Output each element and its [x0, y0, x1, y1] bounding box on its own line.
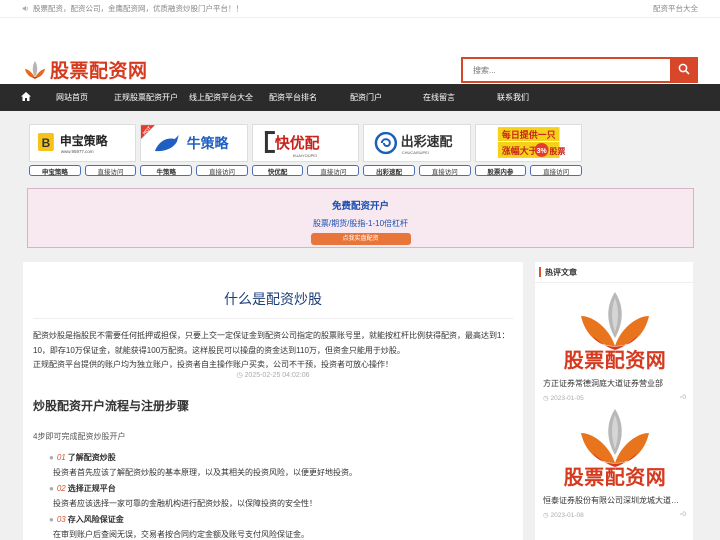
svg-text:www.95977.com: www.95977.com: [61, 149, 94, 154]
ad-name[interactable]: 出彩速配: [363, 165, 415, 176]
promo-title[interactable]: 免费配资开户: [28, 198, 693, 212]
ad-card: 每日提供一只 涨幅大于 3% 股票 股票内参 直接访问: [473, 124, 584, 182]
ad-banner[interactable]: 每日提供一只 涨幅大于 3% 股票: [474, 124, 582, 162]
thumbnail-text: 股票配资网: [563, 348, 667, 372]
ad-card: HOT 牛策略 牛策略 直接访问: [138, 124, 249, 182]
ad-logo-text: 快优配: [275, 134, 320, 152]
step-heading: ● 01 了解配资炒股: [49, 452, 116, 462]
ad-card: 快优配 KUAIYOUPEI 快优配 直接访问: [250, 124, 361, 182]
ad-banner[interactable]: HOT 牛策略: [140, 124, 248, 162]
ad-visit-button[interactable]: 直接访问: [196, 165, 248, 176]
step-heading: ● 02 选择正规平台: [49, 483, 116, 493]
ad-name[interactable]: 股票内参: [474, 165, 527, 176]
platform-list-link[interactable]: 配资平台大全: [653, 3, 698, 14]
ad-logo-text: 牛策略: [187, 135, 230, 152]
ad-logo-text: 出彩速配: [401, 134, 453, 150]
step-description: 投资者首先应该了解配资炒股的基本原理，以及其相关的投资风险，以便更好地投资。: [53, 468, 357, 477]
ad-visit-button[interactable]: 直接访问: [418, 165, 471, 176]
promo-button[interactable]: 点我实盘配资: [310, 233, 411, 245]
article-paragraph: 配资炒股是指股民不需要任何抵押或担保，只要上交一定保证金到配资公司指定的股票账号…: [33, 331, 510, 355]
home-icon: [21, 92, 31, 103]
sidebar-heading: 热评文章: [535, 262, 693, 283]
nav-item-contact[interactable]: 联系我们: [497, 92, 529, 103]
hot-article[interactable]: 股票配资网 恒泰证券股份有限公司深圳龙城大道证券营业部 ◷ 2023-01-08…: [535, 402, 693, 519]
nav-item-open-account[interactable]: 正规股票配资开户: [114, 92, 178, 103]
nav-item-portal[interactable]: 配资门户: [350, 92, 382, 103]
main-article: 什么是配资炒股 配资炒股是指股民不需要任何抵押或担保，只要上交一定保证金到配资公…: [23, 262, 523, 540]
bullet-icon: ●: [49, 483, 54, 493]
svg-text:3%: 3%: [536, 148, 546, 155]
bullet-icon: ●: [49, 452, 54, 462]
step-list: ● 01 了解配资炒股 投资者首先应该了解配资炒股的基本原理，以及其相关的投资风险，…: [49, 450, 523, 540]
ad-name[interactable]: 牛策略: [140, 165, 193, 176]
top-bar: 股票配资，配资公司，金鹰配资网，优质融资炒股门户平台！！ 配资平台大全: [0, 0, 720, 18]
nav-item-home[interactable]: 网站首页: [56, 92, 88, 103]
article-date: 2025-02-25 04:02:06: [244, 371, 310, 379]
article-thumbnail[interactable]: 股票配资网: [543, 290, 687, 375]
svg-text:KUAIYOUPEI: KUAIYOUPEI: [293, 153, 317, 158]
ad-visit-button[interactable]: 直接访问: [530, 165, 582, 176]
hot-article-meta: ◷ 2023-01-08 ▫0: [543, 511, 686, 519]
svg-text:涨幅大于: 涨幅大于: [501, 145, 537, 157]
main-nav: 网站首页 正规股票配资开户 线上配资平台大全 配资平台排名 配资门户 在线留言 …: [0, 84, 720, 111]
nav-home-icon-link[interactable]: [17, 84, 35, 111]
notice-text: 股票配资，配资公司，金鹰配资网，优质融资炒股门户平台！！: [33, 4, 243, 13]
nav-item-ranking[interactable]: 配资平台排名: [269, 92, 317, 103]
ad-banner[interactable]: 快优配 KUAIYOUPEI: [251, 124, 360, 162]
article-body: 配资炒股是指股民不需要任何抵押或担保，只要上交一定保证金到配资公司指定的股票账号…: [23, 319, 523, 373]
logo-text: 股票配资网: [50, 60, 148, 82]
clock-icon: ◷: [236, 371, 243, 379]
hot-article-meta: ◷ 2023-01-05 ▫0: [543, 394, 686, 402]
hot-article[interactable]: 股票配资网 方正证券常德洞庭大道证券营业部 ◷ 2023-01-05 ▫0: [535, 283, 693, 402]
thumbnail-text: 股票配资网: [563, 465, 667, 489]
ad-card: B 申宝策略 www.95977.com 申宝策略 直接访问: [27, 124, 138, 182]
heading-accent: [539, 267, 541, 277]
search-icon: [678, 63, 690, 78]
ad-logo-text: 申宝策略: [60, 134, 109, 148]
nav-item-platforms[interactable]: 线上配资平台大全: [189, 92, 253, 103]
search-button[interactable]: [670, 57, 698, 83]
hot-article-title[interactable]: 方正证券常德洞庭大道证券营业部: [543, 378, 686, 389]
step-heading: ● 03 存入风险保证金: [49, 514, 124, 524]
svg-text:每日提供一只: 每日提供一只: [501, 129, 555, 141]
hot-article-title[interactable]: 恒泰证券股份有限公司深圳龙城大道证券营业部: [543, 495, 686, 506]
bullet-icon: ●: [49, 514, 54, 524]
ad-visit-button[interactable]: 直接访问: [84, 165, 137, 176]
flame-logo-icon: [581, 292, 649, 350]
search-box: [461, 57, 698, 83]
flame-logo-icon: [581, 409, 649, 467]
promo-banner: 免费配资开户 股票/期货/股指-1-10倍杠杆 点我实盘配资: [27, 188, 694, 248]
ad-card: 出彩速配 CHUCAISUPEI 出彩速配 直接访问: [361, 124, 472, 182]
article-thumbnail[interactable]: 股票配资网: [543, 407, 687, 492]
svg-text:B: B: [42, 136, 51, 150]
speaker-icon: [22, 5, 29, 12]
section-heading: 炒股配资开户流程与注册步骤: [33, 398, 190, 413]
promo-subtitle: 股票/期货/股指-1-10倍杠杆: [312, 219, 409, 228]
ad-banner[interactable]: B 申宝策略 www.95977.com: [29, 124, 137, 162]
section-intro: 4步即可完成配资炒股开户: [33, 431, 126, 441]
svg-text:CHUCAISUPEI: CHUCAISUPEI: [402, 150, 429, 155]
ad-name[interactable]: 申宝策略: [29, 165, 81, 176]
ad-name[interactable]: 快优配: [251, 165, 304, 176]
article-title: 什么是配资炒股: [224, 291, 322, 307]
partner-ads: B 申宝策略 www.95977.com 申宝策略 直接访问 HOT 牛策略 牛…: [27, 124, 584, 182]
header: 股票配资网: [0, 18, 720, 84]
step-description: 在审到账户后查阅无误，交易者按合同约定金额及账号支付风险保证金。: [53, 530, 309, 539]
site-logo[interactable]: 股票配资网: [23, 56, 148, 83]
step-description: 投资者应该选择一家可靠的金融机构进行配资炒股，以保障投资的安全性！: [53, 499, 317, 508]
svg-text:股票: 股票: [549, 146, 565, 156]
logo-flame-icon: [23, 60, 47, 80]
search-input[interactable]: [461, 57, 670, 83]
sidebar-hot-articles: 热评文章 股票配资网 方正证券常德洞庭大道证券营业部 ◷ 2023-01-05 …: [535, 262, 693, 540]
ad-banner[interactable]: 出彩速配 CHUCAISUPEI: [363, 124, 471, 162]
nav-item-message[interactable]: 在线留言: [423, 92, 455, 103]
notice: 股票配资，配资公司，金鹰配资网，优质融资炒股门户平台！！: [22, 3, 243, 14]
ad-visit-button[interactable]: 直接访问: [307, 165, 360, 176]
